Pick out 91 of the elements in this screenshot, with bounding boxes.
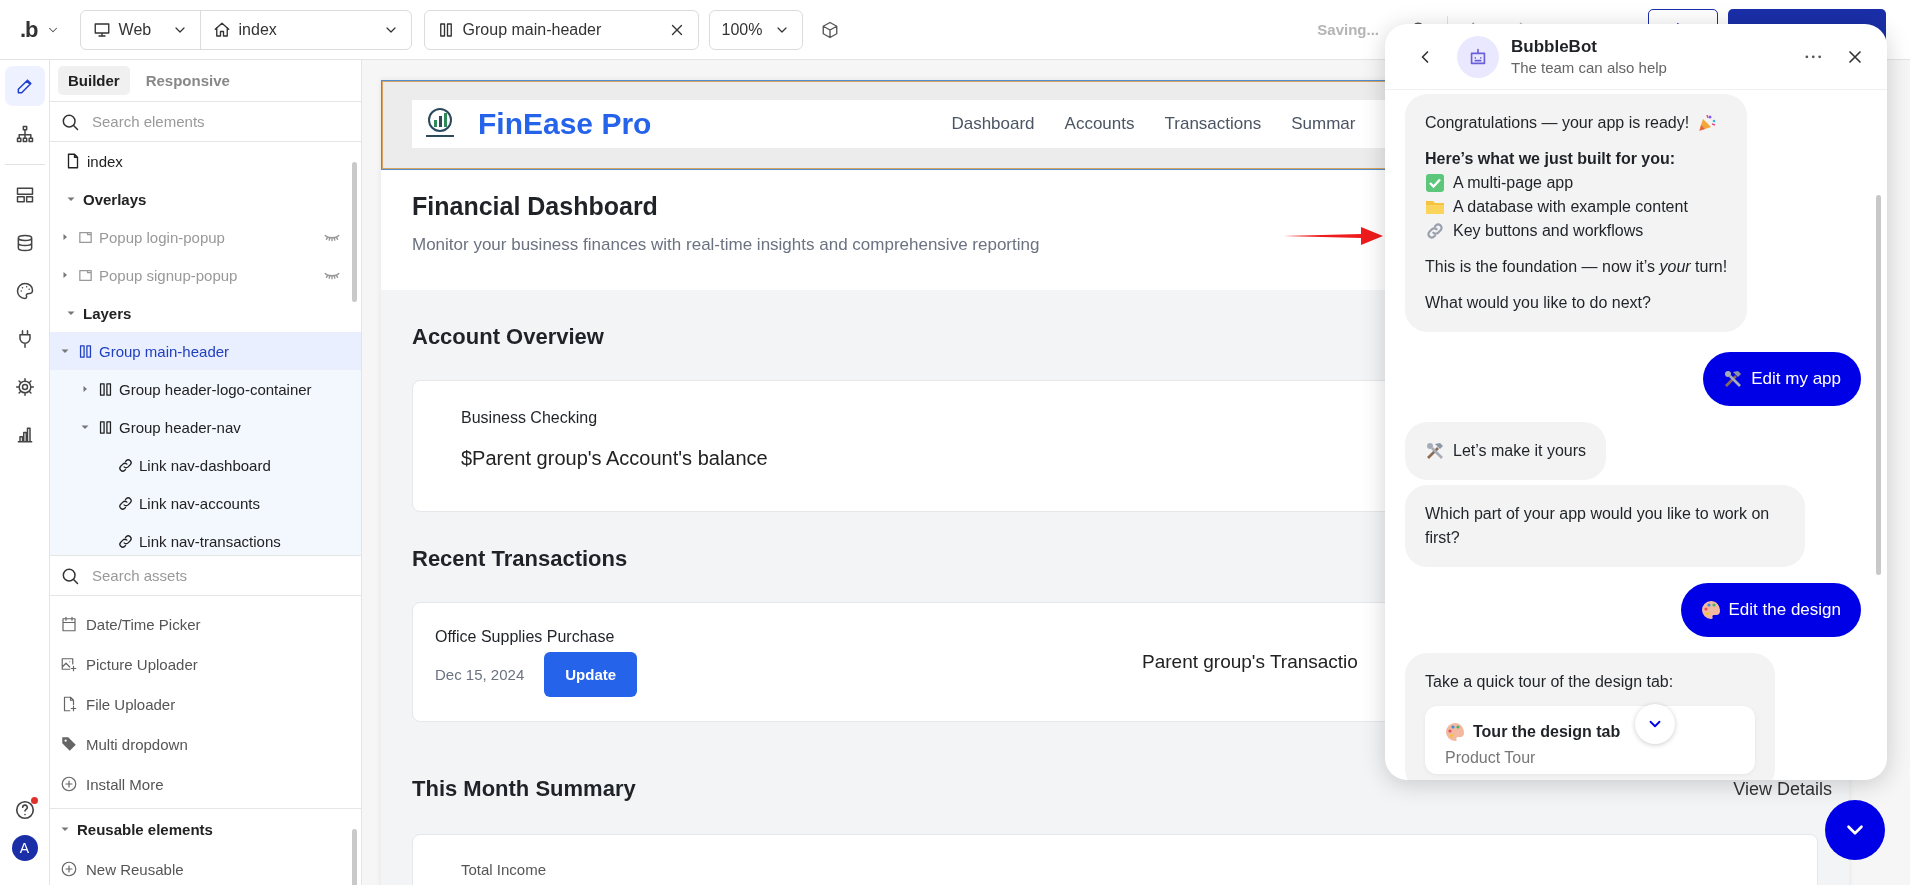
transaction-amount: Parent group's Transactio	[1142, 651, 1358, 673]
nav-link[interactable]: Dashboard	[951, 114, 1035, 134]
palette-icon	[14, 281, 35, 301]
message-text: Which part of your app would you like to work on first?	[1425, 504, 1771, 548]
palette-icon	[1700, 600, 1721, 620]
help-icon	[13, 799, 36, 821]
message-text: Take a quick tour of the design tab:	[1425, 672, 1674, 692]
asset-item[interactable]: File Uploader	[50, 684, 361, 724]
columns-icon	[77, 342, 94, 360]
more-icon	[1804, 54, 1821, 59]
section-title: Account Overview	[412, 324, 604, 350]
page-title: Financial Dashboard	[412, 192, 658, 221]
home-icon	[212, 20, 231, 39]
chat-subtitle: The team can also help	[1511, 59, 1668, 76]
message-text: Here’s what we just built for you:	[1425, 149, 1676, 169]
nav-link[interactable]: Accounts	[1064, 114, 1135, 134]
section-header[interactable]: Reusable elements	[50, 809, 361, 849]
message-text: This is the foundation — now it’s your turn!	[1425, 257, 1728, 277]
message-text: Edit the design	[1728, 599, 1841, 621]
search-field[interactable]: Search assets	[90, 566, 351, 585]
link-icon	[1425, 221, 1445, 241]
tag-icon	[60, 735, 78, 753]
section-header[interactable]: Overlays	[50, 180, 361, 218]
link-icon	[117, 456, 134, 474]
update-button[interactable]: Update	[544, 651, 638, 697]
message-text: Key buttons and workflows	[1453, 221, 1644, 241]
scrollbar-thumb[interactable]	[352, 162, 357, 302]
gear-icon	[14, 377, 35, 397]
section-title: Recent Transactions	[412, 546, 628, 572]
cube-icon	[821, 20, 840, 39]
image-plus-icon	[60, 655, 78, 673]
view-details-link[interactable]: View Details	[1733, 778, 1832, 800]
nav-link[interactable]: Summar	[1291, 114, 1356, 134]
tree-item[interactable]: Link nav-dashboard	[50, 446, 361, 484]
platform-dropdown[interactable]: Web	[80, 10, 201, 49]
message-text: Let’s make it yours	[1453, 441, 1587, 461]
summary-label: Total Income	[461, 861, 547, 878]
tree-item[interactable]: index	[50, 142, 361, 180]
asset-item[interactable]: Multi dropdown	[50, 724, 361, 764]
message-text: A multi-page app	[1453, 173, 1574, 193]
layout-icon	[14, 185, 35, 205]
tree-item[interactable]: Group header-logo-container	[50, 370, 361, 408]
account-name: Business Checking	[461, 409, 598, 427]
zoom-dropdown[interactable]: 100%	[708, 9, 804, 50]
pencil-tool[interactable]	[4, 66, 45, 106]
sitemap-icon	[14, 124, 35, 144]
asset-item[interactable]: New Reusable	[50, 849, 361, 885]
asset-item[interactable]: Picture Uploader	[50, 644, 361, 684]
page-subtitle: Monitor your business finances with real-time insights and comprehensive reporting	[412, 235, 1040, 255]
asset-item[interactable]: Install More	[50, 764, 361, 804]
panel-tab[interactable]: Responsive	[135, 66, 240, 95]
tree-item[interactable]: Group header-nav	[50, 408, 361, 446]
brand-name: FinEase Pro	[478, 107, 652, 141]
scrollbar-thumb[interactable]	[1876, 195, 1881, 575]
message-text: A database with example content	[1453, 197, 1688, 217]
tree-item[interactable]: Link nav-accounts	[50, 484, 361, 522]
message-text: Congratulations — your app is ready!	[1425, 113, 1690, 133]
app-logo[interactable]: .b	[20, 16, 38, 43]
tour-card[interactable]: Tour the design tab Product Tour	[1425, 706, 1755, 774]
link-icon	[117, 494, 134, 512]
asset-item[interactable]: Date/Time Picker	[50, 604, 361, 644]
message-text: What would you like to do next?	[1425, 293, 1651, 313]
chat-title: BubbleBot	[1511, 37, 1598, 57]
transaction-name: Office Supplies Purchase	[435, 627, 615, 646]
tree-item[interactable]: Group main-header	[50, 332, 361, 370]
columns-icon	[97, 418, 114, 436]
hammer-wrench-icon	[1425, 441, 1445, 461]
transaction-date: Dec 15, 2024	[435, 665, 525, 683]
account-avatar[interactable]: A	[11, 835, 38, 861]
tour-subtitle: Product Tour	[1445, 748, 1537, 768]
scrollbar-thumb[interactable]	[352, 829, 357, 885]
save-status: Saving...	[1317, 21, 1379, 38]
panel-tab[interactable]: Builder	[58, 66, 130, 95]
hammer-wrench-icon	[1723, 369, 1744, 389]
tour-title: Tour the design tab	[1473, 722, 1621, 742]
page-dropdown[interactable]: index	[200, 10, 411, 49]
section-header[interactable]: Layers	[50, 294, 361, 332]
account-balance: $Parent group's Account's balance	[461, 447, 768, 470]
link-icon	[117, 532, 134, 550]
monitor-icon	[92, 20, 111, 39]
party-popper-icon	[1697, 113, 1718, 133]
search-field[interactable]: Search elements	[90, 112, 351, 131]
checkmark-icon	[1425, 173, 1445, 193]
selected-element-field[interactable]: Group main-header	[423, 9, 699, 50]
message-text: Edit my app	[1751, 368, 1841, 390]
columns-icon	[97, 380, 114, 398]
section-title: This Month Summary	[412, 776, 636, 802]
palette-icon	[1445, 722, 1465, 742]
nav-link[interactable]: Transactions	[1164, 114, 1262, 134]
calendar-icon	[60, 615, 78, 633]
tree-item[interactable]: Link nav-transactions	[50, 522, 361, 555]
